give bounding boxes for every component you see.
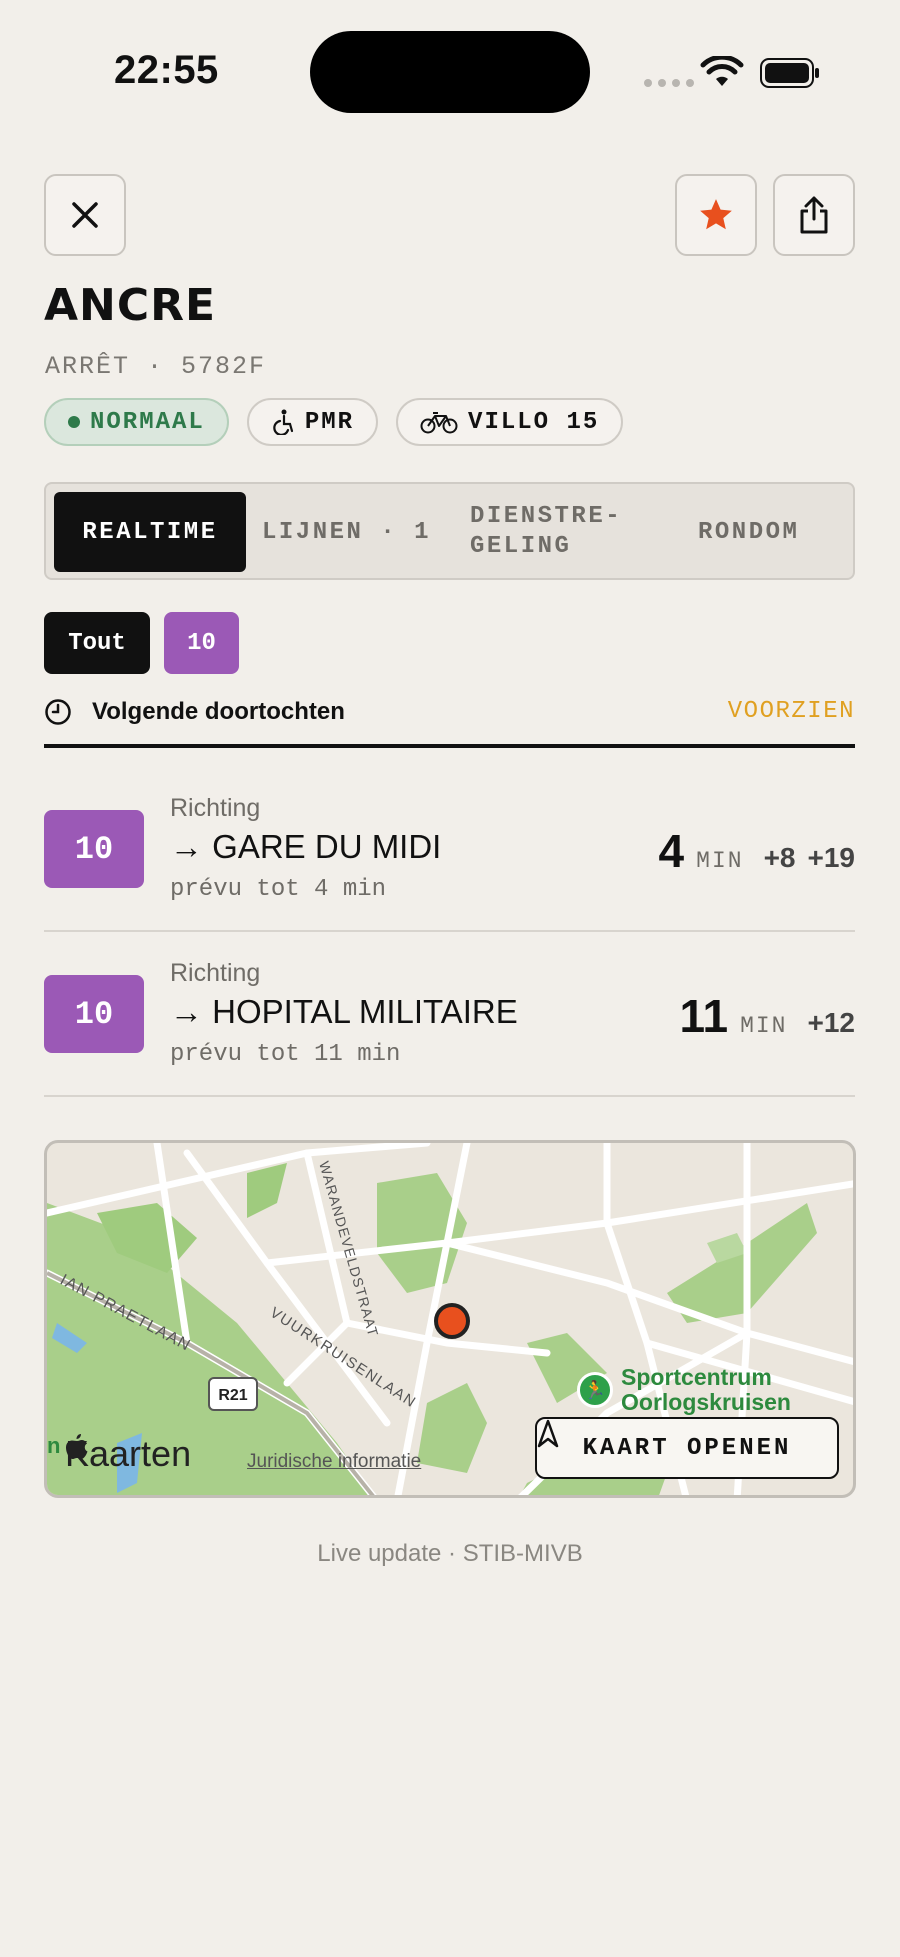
tab-lijnen[interactable]: LIJNEN · 1 xyxy=(262,492,431,572)
favorite-button[interactable] xyxy=(675,174,757,256)
map-edge-label: n xyxy=(47,1433,60,1458)
sport-icon: 🏃 xyxy=(577,1372,613,1408)
minutes-unit: MIN xyxy=(740,1013,788,1039)
departure-row[interactable]: 10 Richting → GARE DU MIDI prévu tot 4 m… xyxy=(44,768,855,932)
maps-logo: Kaarten xyxy=(65,1433,191,1475)
scheduled-note: prévu tot 4 min xyxy=(170,876,387,903)
next-departure: +8 xyxy=(763,842,796,873)
scheduled-note: prévu tot 11 min xyxy=(170,1041,401,1068)
tab-realtime[interactable]: REALTIME xyxy=(54,492,246,572)
poi-name-line2: Oorlogskruisen xyxy=(621,1389,791,1415)
chip-label: NORMAAL xyxy=(90,408,205,436)
stop-marker-icon xyxy=(434,1303,470,1339)
minutes-unit: MIN xyxy=(696,848,744,874)
stop-title: ANCRE xyxy=(44,280,217,331)
map-preview[interactable]: IAN PRAETLAAN VUURKRUISENLAAN WARANDEVEL… xyxy=(44,1140,856,1498)
battery-icon xyxy=(760,58,819,88)
tab-dienstregeling[interactable]: DIENSTRE-GELING xyxy=(470,492,640,572)
line-badge: 10 xyxy=(44,810,144,888)
section-header: Volgende doortochten VOORZIEN xyxy=(44,694,855,748)
close-button[interactable] xyxy=(44,174,126,256)
minutes-until: 4 xyxy=(658,825,685,877)
cellular-signal-icon xyxy=(644,79,694,87)
destination: → GARE DU MIDI xyxy=(170,828,442,865)
villo-chip[interactable]: VILLO 15 xyxy=(396,398,624,446)
tab-rondom[interactable]: RONDOM xyxy=(698,492,799,572)
departure-times: 11 MIN +12 xyxy=(679,989,855,1043)
departure-times: 4 MIN +8 +19 xyxy=(659,824,855,878)
departure-row[interactable]: 10 Richting → HOPITAL MILITAIRE prévu to… xyxy=(44,933,855,1097)
clock-icon xyxy=(45,699,71,725)
filter-line-10[interactable]: 10 xyxy=(164,612,239,674)
share-button[interactable] xyxy=(773,174,855,256)
wifi-icon xyxy=(700,56,744,86)
next-departure: +19 xyxy=(807,842,856,873)
open-map-button[interactable]: KAART OPENEN xyxy=(535,1417,839,1479)
direction-label: Richting xyxy=(170,959,261,987)
share-icon xyxy=(800,196,828,234)
legal-link[interactable]: Juridische informatie xyxy=(247,1451,421,1473)
bicycle-icon xyxy=(420,412,458,434)
status-dot-icon xyxy=(68,416,80,428)
open-map-label: KAART OPENEN xyxy=(582,1434,792,1462)
service-status-chip[interactable]: NORMAAL xyxy=(44,398,229,446)
navigation-arrow-icon xyxy=(537,1419,559,1448)
footer-text: Live update · STIB-MIVB xyxy=(317,1540,583,1567)
destination: → HOPITAL MILITAIRE xyxy=(170,993,518,1030)
star-icon xyxy=(700,199,732,230)
stop-code: ARRÊT · 5782F xyxy=(45,352,267,381)
line-badge: 10 xyxy=(44,975,144,1053)
poi-name-line1: Sportcentrum xyxy=(621,1364,772,1390)
filter-all[interactable]: Tout xyxy=(44,612,150,674)
dynamic-island xyxy=(310,31,590,113)
close-icon xyxy=(72,202,98,228)
status-chips: NORMAAL PMR VILLO 15 xyxy=(44,398,624,446)
poi-sportcentrum[interactable]: 🏃 Sportcentrum Oorlogskruisen xyxy=(577,1365,791,1415)
tab-bar: REALTIME LIJNEN · 1 DIENSTRE-GELING ROND… xyxy=(44,482,855,580)
status-time: 22:55 xyxy=(114,48,219,92)
road-badge: R21 xyxy=(218,1387,247,1404)
pmr-chip[interactable]: PMR xyxy=(246,398,379,446)
minutes-until: 11 xyxy=(679,990,729,1042)
wheelchair-icon xyxy=(273,409,293,435)
direction-label: Richting xyxy=(170,794,261,822)
section-title: Volgende doortochten xyxy=(92,698,345,725)
chip-label: VILLO 15 xyxy=(468,408,600,436)
chip-label: PMR xyxy=(304,408,355,436)
scheduled-link[interactable]: VOORZIEN xyxy=(728,694,855,730)
apple-logo-icon xyxy=(66,1434,88,1459)
next-departure: +12 xyxy=(807,1007,856,1038)
